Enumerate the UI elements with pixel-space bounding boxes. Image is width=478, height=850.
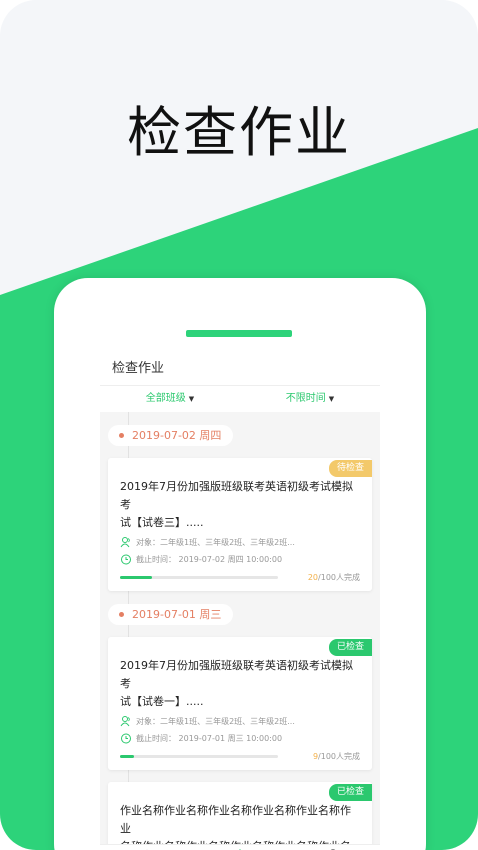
bottom-tab-bar: 首页 检查 我的: [100, 844, 380, 850]
caret-down-icon: ▼: [328, 395, 335, 403]
progress-track: [120, 755, 278, 758]
progress-text: 9/100人完成: [313, 751, 360, 762]
homework-title-line: 2019年7月份加强版班级联考英语初级考试模拟考: [120, 480, 353, 511]
app-screen: 检查作业 全部班级 ▼ 不限时间 ▼ 2019-07-02 周四 待检查 201…: [100, 351, 380, 850]
progress-total: /100人完成: [318, 752, 360, 761]
homework-card[interactable]: 已检查 2019年7月份加强版班级联考英语初级考试模拟考 试【试卷一】.....…: [108, 637, 372, 770]
status-badge: 待检查: [328, 460, 372, 477]
target-text: 对象：二年级1班、三年级2班、三年级2班...: [136, 716, 295, 726]
target-row: 对象：二年级1班、三年级2班、三年级2班...: [120, 715, 360, 727]
homework-feed: 2019-07-02 周四 待检查 2019年7月份加强版班级联考英语初级考试模…: [100, 412, 380, 850]
homework-title-line: 2019年7月份加强版班级联考英语初级考试模拟考: [120, 659, 353, 690]
filter-class-label: 全部班级: [145, 393, 186, 404]
deadline-text: 截止时间： 2019-07-02 周四 10:00:00: [136, 554, 283, 564]
filter-time-label: 不限时间: [285, 393, 326, 404]
filter-class-dropdown[interactable]: 全部班级 ▼: [100, 386, 240, 412]
caret-down-icon: ▼: [188, 395, 195, 403]
date-label: 2019-07-02 周四: [132, 429, 222, 442]
status-badge: 已检查: [328, 639, 372, 656]
homework-title-line: 试【试卷三】.....: [120, 516, 204, 529]
filter-bar: 全部班级 ▼ 不限时间 ▼: [100, 385, 380, 412]
phone-speaker: [186, 330, 292, 337]
deadline-row: 截止时间： 2019-07-01 周三 10:00:00: [120, 732, 360, 744]
homework-title: 2019年7月份加强版班级联考英语初级考试模拟考 试【试卷三】.....: [120, 478, 360, 532]
progress-fill: [120, 576, 152, 579]
screen-title: 检查作业: [100, 351, 380, 385]
progress-text: 20/100人完成: [308, 572, 360, 583]
progress-row: 20/100人完成: [120, 572, 360, 583]
progress-track: [120, 576, 278, 579]
filter-time-dropdown[interactable]: 不限时间 ▼: [240, 386, 380, 412]
deadline-text: 截止时间： 2019-07-01 周三 10:00:00: [136, 733, 283, 743]
progress-fill: [120, 755, 135, 758]
target-text: 对象：二年级1班、三年级2班、三年级2班...: [136, 537, 295, 547]
clock-icon: [121, 554, 131, 565]
progress-row: 9/100人完成: [120, 751, 360, 762]
phone-mockup: 检查作业 全部班级 ▼ 不限时间 ▼ 2019-07-02 周四 待检查 201…: [54, 278, 426, 850]
status-badge: 已检查: [328, 784, 372, 801]
tab-mine[interactable]: 我的: [287, 845, 380, 850]
hero-title: 检查作业: [127, 101, 351, 164]
date-label: 2019-07-01 周三: [132, 608, 222, 621]
progress-total: /100人完成: [318, 573, 360, 582]
people-icon: [120, 716, 130, 727]
target-row: 对象：二年级1班、三年级2班、三年级2班...: [120, 536, 360, 548]
progress-done: 20: [307, 573, 319, 582]
date-header: 2019-07-01 周三: [108, 604, 234, 625]
homework-title: 2019年7月份加强版班级联考英语初级考试模拟考 试【试卷一】.....: [120, 657, 360, 711]
deadline-row: 截止时间： 2019-07-02 周四 10:00:00: [120, 553, 360, 565]
homework-title: 作业名称作业名称作业名称作业名称作业名称作业 名称作业名称作业名称作业名称作业名…: [120, 802, 360, 850]
homework-title-line: 作业名称作业名称作业名称作业名称作业名称作业: [120, 804, 351, 835]
people-icon: [120, 537, 130, 548]
timeline-dot: [119, 612, 124, 617]
date-header: 2019-07-02 周四: [108, 425, 234, 446]
homework-title-line: 试【试卷一】.....: [120, 695, 204, 708]
timeline-dot: [119, 433, 124, 438]
clock-icon: [121, 733, 131, 744]
tab-check[interactable]: 检查: [193, 845, 286, 850]
homework-card[interactable]: 已检查 作业名称作业名称作业名称作业名称作业名称作业 名称作业名称作业名称作业名…: [108, 782, 372, 850]
homework-card[interactable]: 待检查 2019年7月份加强版班级联考英语初级考试模拟考 试【试卷三】.....…: [108, 458, 372, 591]
tab-home[interactable]: 首页: [100, 845, 193, 850]
